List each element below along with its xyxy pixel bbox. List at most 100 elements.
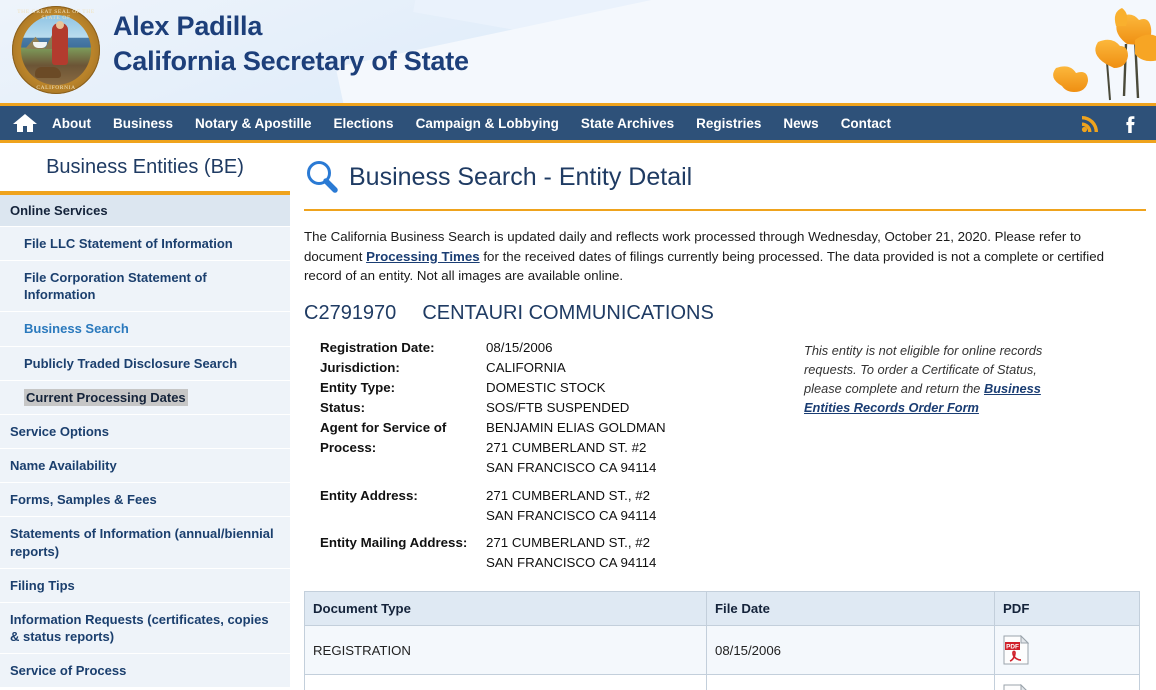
sidebar-title: Business Entities (BE) xyxy=(46,156,244,178)
nav-item-state-archives[interactable]: State Archives xyxy=(581,116,674,131)
sidebar-item-service-options[interactable]: Service Options xyxy=(0,414,290,450)
documents-table: Document Type File Date PDF REGISTRATION… xyxy=(304,591,1140,690)
sidebar-item-publicly-traded-disclosure-search[interactable]: Publicly Traded Disclosure Search xyxy=(0,346,290,381)
sidebar-item-file-corporation-statement[interactable]: File Corporation Statement of Informatio… xyxy=(0,261,290,313)
detail-row-jurisdiction: Jurisdiction: CALIFORNIA xyxy=(304,358,726,378)
detail-row-agent-line3: SAN FRANCISCO CA 94114 xyxy=(304,458,726,478)
column-header-pdf: PDF xyxy=(994,591,1140,627)
nav-item-notary-apostille[interactable]: Notary & Apostille xyxy=(195,116,312,131)
column-header-file-date: File Date xyxy=(706,591,995,627)
intro-paragraph: The California Business Search is update… xyxy=(304,211,1144,286)
main-navigation[interactable]: About Business Notary & Apostille Electi… xyxy=(0,103,1156,143)
sidebar-item-label: Statements of Information (annual/bienni… xyxy=(10,526,274,559)
records-eligibility-notice: This entity is not eligible for online r… xyxy=(804,338,1066,574)
sidebar-item-label: Filing Tips xyxy=(10,577,75,593)
social-links[interactable] xyxy=(1080,112,1142,134)
entity-number: C2791970 xyxy=(304,301,397,324)
detail-value: 271 CUMBERLAND ST., #2 xyxy=(486,487,651,503)
detail-row-entity-type: Entity Type: DOMESTIC STOCK xyxy=(304,378,726,398)
cell-file-date: 08/15/2006 xyxy=(706,625,995,676)
processing-times-link[interactable]: Processing Times xyxy=(366,249,480,264)
detail-value: BENJAMIN ELIAS GOLDMAN xyxy=(486,420,666,436)
detail-label: Registration Date: xyxy=(320,339,435,355)
detail-value: DOMESTIC STOCK xyxy=(486,379,606,395)
sidebar-item-label: Name Availability xyxy=(10,458,117,474)
nav-item-news[interactable]: News xyxy=(783,116,818,131)
seal-bottom-text: CALIFORNIA xyxy=(36,85,76,91)
facebook-icon[interactable] xyxy=(1120,112,1142,134)
detail-value: 271 CUMBERLAND ST., #2 xyxy=(486,534,651,550)
rss-icon[interactable] xyxy=(1080,112,1102,134)
site-title-line2: California Secretary of State xyxy=(113,45,469,76)
detail-row-entity-mailing-address: Entity Mailing Address: 271 CUMBERLAND S… xyxy=(304,533,726,553)
nav-item-campaign-lobbying[interactable]: Campaign & Lobbying xyxy=(416,116,559,131)
sidebar-item-label: File Corporation Statement of Informatio… xyxy=(24,270,207,303)
sidebar-item-label: Service of Process xyxy=(10,663,127,679)
detail-row-status: Status: SOS/FTB SUSPENDED xyxy=(304,398,726,418)
detail-label-agent-2: Process: xyxy=(320,440,377,456)
sidebar-item-file-llc-statement[interactable]: File LLC Statement of Information xyxy=(0,227,290,262)
detail-row-entity-address: Entity Address: 271 CUMBERLAND ST., #2 xyxy=(304,486,726,506)
nav-item-registries[interactable]: Registries xyxy=(696,116,761,131)
sidebar-item-service-of-process[interactable]: Service of Process xyxy=(0,654,290,689)
cell-document-type: REGISTRATION xyxy=(304,625,707,676)
nav-item-contact[interactable]: Contact xyxy=(841,116,891,131)
sidebar-item-filing-tips[interactable]: Filing Tips xyxy=(0,568,290,603)
sidebar-item-name-availability[interactable]: Name Availability xyxy=(0,449,290,484)
seal-top-text: THE GREAT SEAL OF THE STATE OF xyxy=(17,9,95,21)
detail-row-agent-line2: Process: 271 CUMBERLAND ST. #2 xyxy=(304,438,726,458)
detail-row-entity-mailing-address-line2: SAN FRANCISCO CA 94114 xyxy=(304,553,726,573)
site-title-line1: Alex Padilla xyxy=(113,11,263,41)
entity-name: CENTAURI COMMUNICATIONS xyxy=(422,301,714,324)
detail-value: SOS/FTB SUSPENDED xyxy=(486,400,630,416)
entity-detail-table: Registration Date: 08/15/2006 Jurisdicti… xyxy=(304,338,726,574)
page-title: Business Search - Entity Detail xyxy=(349,162,693,191)
table-row: SI-COMPLETE 07/27/2009 PDF xyxy=(304,674,1140,690)
main-content: Business Search - Entity Detail The Cali… xyxy=(290,143,1156,690)
search-icon xyxy=(307,161,338,193)
page-header: Business Search - Entity Detail xyxy=(304,143,1156,195)
detail-label: Entity Address: xyxy=(320,487,418,503)
table-header-row: Document Type File Date PDF xyxy=(304,591,1140,627)
sidebar-item-statements-of-information[interactable]: Statements of Information (annual/bienni… xyxy=(0,517,290,569)
detail-row-agent-line1: Agent for Service of BENJAMIN ELIAS GOLD… xyxy=(304,418,726,438)
pdf-icon[interactable]: PDF xyxy=(1003,635,1029,665)
detail-label: Entity Mailing Address: xyxy=(320,534,468,550)
sidebar-item-label: Current Processing Dates xyxy=(24,388,188,406)
cell-file-date: 07/27/2009 xyxy=(706,674,995,690)
pdf-icon[interactable]: PDF xyxy=(1003,684,1029,690)
nav-item-about[interactable]: About xyxy=(52,116,91,131)
sidebar-item-label: Business Search xyxy=(24,321,129,337)
nav-item-elections[interactable]: Elections xyxy=(334,116,394,131)
sidebar-item-label: File LLC Statement of Information xyxy=(24,236,233,251)
detail-value: 08/15/2006 xyxy=(486,339,553,355)
sidebar-item-business-search[interactable]: Business Search xyxy=(0,312,290,347)
sidebar-item-current-processing-dates[interactable]: Current Processing Dates xyxy=(0,380,290,415)
sidebar-item-information-requests[interactable]: Information Requests (certificates, copi… xyxy=(0,602,290,655)
entity-heading: C2791970 CENTAURI COMMUNICATIONS xyxy=(304,286,1156,325)
sidebar-item-forms-samples-fees[interactable]: Forms, Samples & Fees xyxy=(0,483,290,518)
sidebar-item-label: Service Options xyxy=(10,423,109,439)
entity-detail-area: Registration Date: 08/15/2006 Jurisdicti… xyxy=(304,325,1156,574)
site-title: Alex Padilla California Secretary of Sta… xyxy=(113,9,469,78)
nav-item-business[interactable]: Business xyxy=(113,116,173,131)
table-row: REGISTRATION 08/15/2006 PDF xyxy=(304,625,1140,676)
detail-label-agent-1: Agent for Service of xyxy=(320,420,447,436)
detail-label: Entity Type: xyxy=(320,379,396,395)
detail-value: SAN FRANCISCO CA 94114 xyxy=(486,507,657,523)
svg-text:PDF: PDF xyxy=(1006,644,1019,651)
detail-value: CALIFORNIA xyxy=(486,359,566,375)
sidebar-item-label: Publicly Traded Disclosure Search xyxy=(24,355,238,371)
sidebar-section-online-services: Online Services xyxy=(0,195,290,227)
detail-label: Jurisdiction: xyxy=(320,359,400,375)
detail-value: SAN FRANCISCO CA 94114 xyxy=(486,555,657,570)
detail-value: 271 CUMBERLAND ST. #2 xyxy=(486,440,647,456)
detail-label: Status: xyxy=(320,400,366,416)
column-header-document-type: Document Type xyxy=(304,591,707,627)
detail-row-registration-date: Registration Date: 08/15/2006 xyxy=(304,338,726,358)
page-body: Business Entities (BE) Online Services F… xyxy=(0,143,1156,690)
sidebar: Business Entities (BE) Online Services F… xyxy=(0,143,290,690)
sidebar-item-label: Forms, Samples & Fees xyxy=(10,492,157,508)
cell-pdf: PDF xyxy=(994,625,1140,676)
home-icon[interactable] xyxy=(12,112,38,134)
